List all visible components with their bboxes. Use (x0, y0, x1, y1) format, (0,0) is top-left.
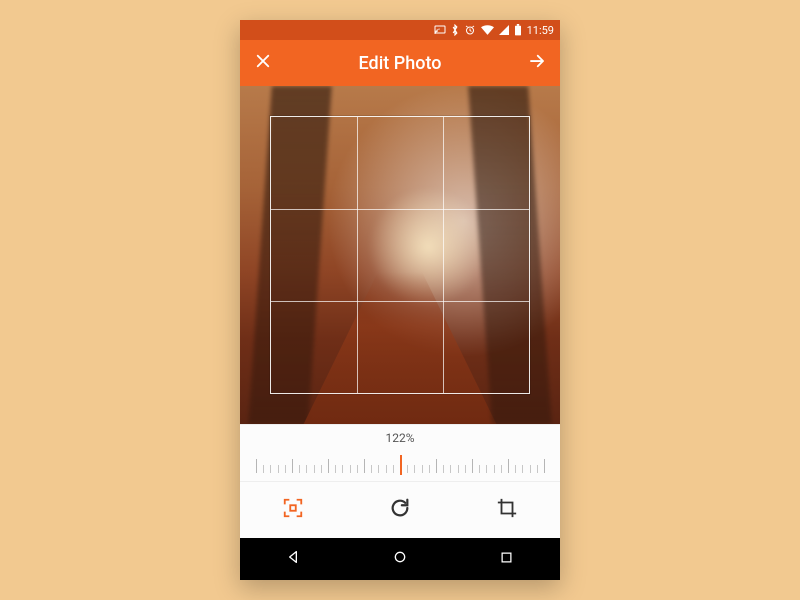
circle-home-icon (392, 549, 408, 569)
signal-icon (499, 25, 509, 35)
alarm-icon (464, 24, 476, 36)
crop-tool-button[interactable] (453, 482, 560, 538)
frame-tool-button[interactable] (240, 482, 347, 538)
cast-icon (434, 25, 446, 35)
grid-line (271, 209, 529, 210)
nav-home-button[interactable] (370, 549, 430, 569)
nav-back-button[interactable] (263, 549, 323, 569)
battery-icon (514, 24, 522, 36)
rotate-icon (389, 497, 411, 523)
nav-recents-button[interactable] (477, 550, 537, 569)
photo-canvas[interactable] (240, 86, 560, 424)
grid-line (357, 117, 358, 393)
phone-frame: 11:59 Edit Photo 122% (240, 20, 560, 580)
rotate-tool-button[interactable] (347, 482, 454, 538)
close-button[interactable] (240, 40, 286, 86)
android-nav-bar (240, 538, 560, 580)
crop-frame[interactable] (270, 116, 530, 394)
grid-line (271, 301, 529, 302)
zoom-readout: 122% (240, 425, 560, 445)
arrow-right-icon (526, 52, 548, 74)
wifi-icon (481, 25, 494, 35)
status-time: 11:59 (527, 24, 554, 37)
zoom-slider[interactable] (256, 447, 544, 481)
controls-panel: 122% (240, 424, 560, 538)
frame-icon (282, 497, 304, 523)
app-bar: Edit Photo (240, 40, 560, 86)
close-icon (254, 52, 272, 74)
page-title: Edit Photo (359, 53, 442, 74)
bluetooth-icon (451, 24, 459, 36)
square-recents-icon (499, 550, 514, 569)
status-bar: 11:59 (240, 20, 560, 40)
triangle-back-icon (285, 549, 301, 569)
grid-line (443, 117, 444, 393)
crop-icon (496, 497, 518, 523)
next-button[interactable] (514, 40, 560, 86)
tool-row (240, 481, 560, 538)
